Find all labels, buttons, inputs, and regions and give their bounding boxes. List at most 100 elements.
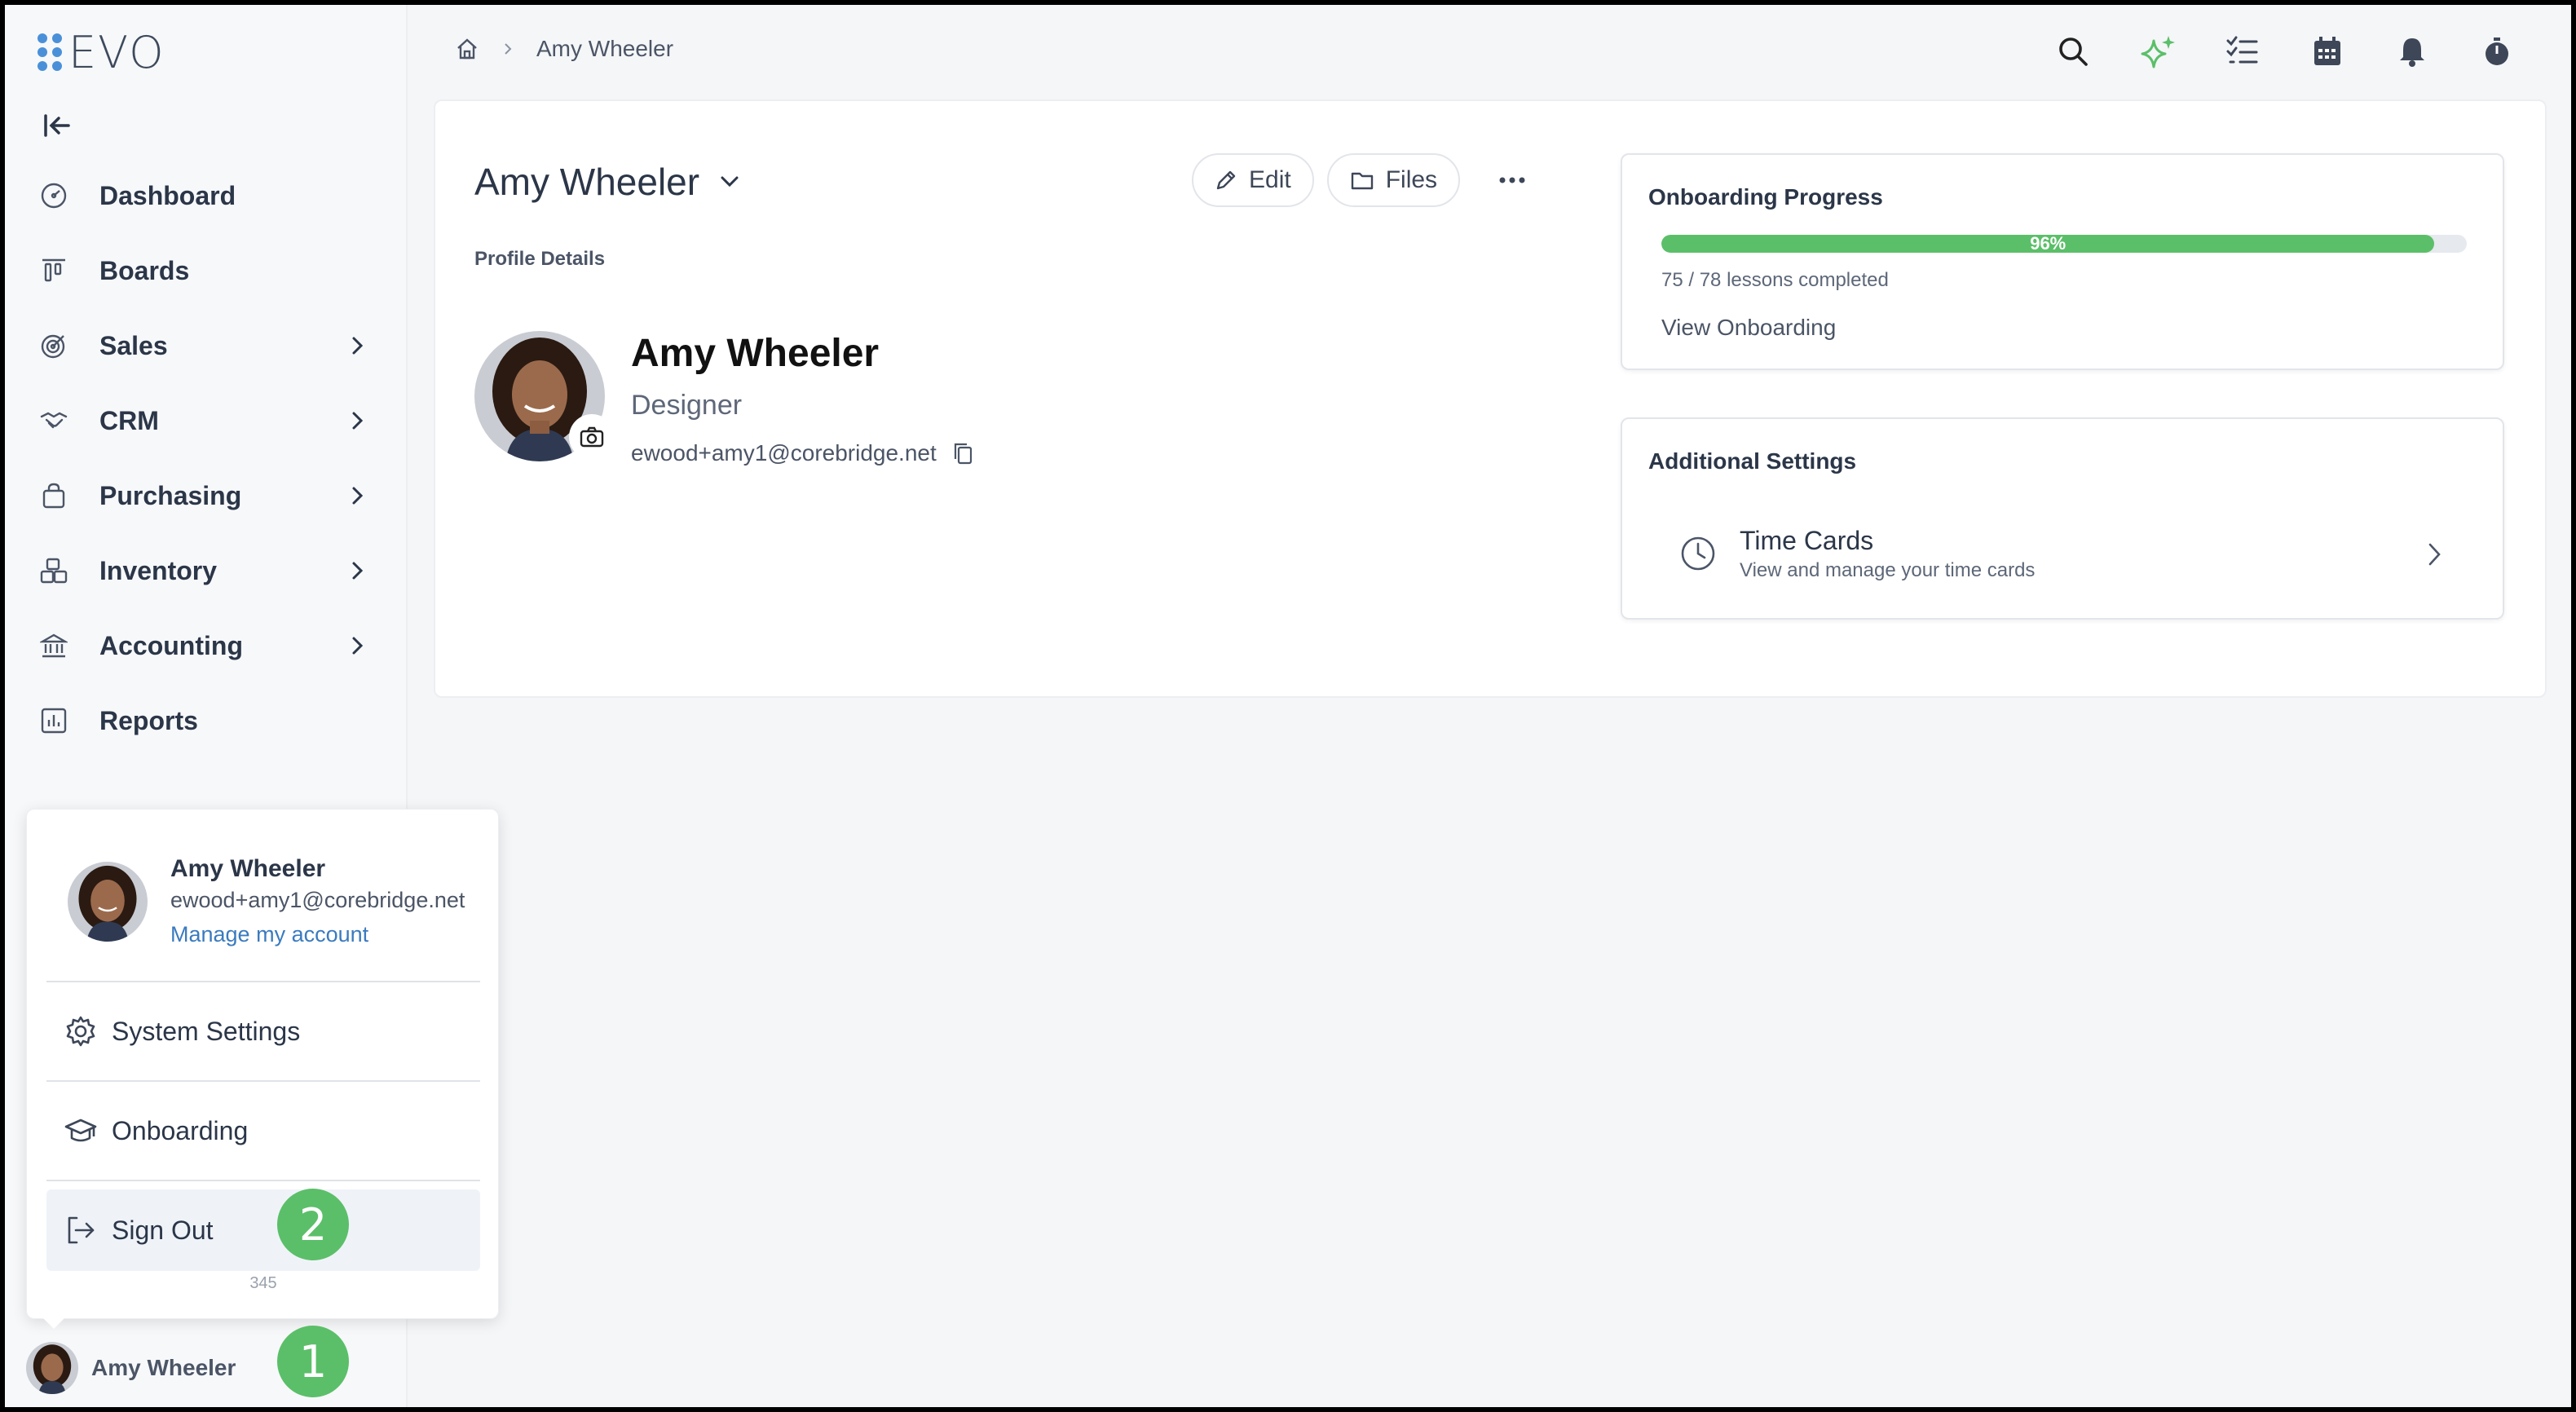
chevron-down-icon	[721, 176, 739, 188]
more-actions-button[interactable]	[1488, 153, 1537, 207]
sidebar-item-label: Reports	[99, 705, 198, 735]
onboarding-progress-card: Onboarding Progress 96% 75 / 78 lessons …	[1621, 153, 2504, 370]
avatar	[26, 1342, 78, 1394]
stopwatch-icon	[2486, 38, 2508, 65]
lessons-completed: 75 / 78 lessons completed	[1661, 269, 1889, 291]
notifications-button[interactable]	[2392, 31, 2433, 72]
chevron-right-icon	[352, 412, 364, 430]
ai-assistant-button[interactable]	[2137, 31, 2178, 72]
home-icon[interactable]	[455, 37, 479, 61]
boxes-icon	[39, 556, 68, 585]
bar-chart-icon	[39, 706, 68, 735]
sidebar-item-label: Inventory	[99, 555, 218, 585]
section-label: Profile Details	[474, 248, 606, 270]
avatar	[68, 862, 148, 942]
onboarding-progress-bar: 96%	[1661, 235, 2467, 253]
profile-name: Amy Wheeler	[631, 332, 880, 375]
profile-name-dropdown[interactable]: Amy Wheeler	[474, 160, 742, 204]
collapse-left-icon	[44, 114, 70, 137]
sidebar-item-accounting[interactable]: Accounting	[5, 608, 408, 683]
breadcrumb-current: Amy Wheeler	[536, 36, 674, 61]
time-cards-subtitle: View and manage your time cards	[1740, 558, 2036, 581]
profile-email: ewood+amy1@corebridge.net	[631, 440, 974, 466]
search-button[interactable]	[2053, 31, 2093, 72]
app-window: EVO Dashboard Boards Sales CRM Purchasin…	[5, 5, 2571, 1407]
folder-icon	[1351, 172, 1373, 190]
menu-divider	[46, 981, 480, 982]
menu-divider	[46, 1180, 480, 1181]
profile-card: Amy Wheeler Edit Files Profile Details A…	[434, 99, 2547, 698]
sidebar-item-label: Boards	[99, 255, 190, 285]
files-button-label: Files	[1385, 166, 1438, 193]
target-icon	[39, 331, 68, 360]
time-cards-title: Time Cards	[1740, 525, 1874, 555]
tasks-button[interactable]	[2222, 31, 2263, 72]
top-bar: Amy Wheeler	[409, 5, 2571, 95]
chevron-right-icon	[352, 337, 364, 355]
menu-item-label: System Settings	[112, 1016, 301, 1046]
onboarding-title: Onboarding Progress	[1648, 184, 1883, 210]
menu-user-name: Amy Wheeler	[170, 855, 326, 882]
chevron-right-icon	[352, 637, 364, 655]
step-badge-1: 1	[277, 1326, 349, 1397]
time-cards-row[interactable]: Time Cards View and manage your time car…	[1679, 517, 2462, 590]
sidebar-item-reports[interactable]: Reports	[5, 683, 408, 758]
additional-settings-card: Additional Settings Time Cards View and …	[1621, 417, 2504, 620]
sidebar-item-label: Accounting	[99, 630, 243, 660]
step-badge-2: 2	[277, 1189, 349, 1260]
shopping-bag-icon	[39, 481, 68, 510]
logo[interactable]: EVO	[36, 26, 165, 78]
menu-item-sign-out[interactable]: Sign Out	[46, 1189, 480, 1271]
sidebar-item-purchasing[interactable]: Purchasing	[5, 458, 408, 533]
view-onboarding-link[interactable]: View Onboarding	[1661, 315, 1836, 341]
logo-text: EVO	[68, 26, 165, 78]
calendar-button[interactable]	[2307, 31, 2348, 72]
sidebar-item-label: Purchasing	[99, 480, 242, 510]
evo-logo-icon	[37, 33, 62, 71]
files-button[interactable]: Files	[1326, 153, 1461, 207]
menu-divider	[46, 1080, 480, 1082]
profile-role: Designer	[631, 390, 743, 421]
sign-out-icon	[68, 1216, 95, 1244]
sidebar-item-dashboard[interactable]: Dashboard	[5, 158, 408, 233]
profile-email-text: ewood+amy1@corebridge.net	[631, 440, 937, 466]
edit-button-label: Edit	[1249, 166, 1291, 193]
user-menu-toggle[interactable]: Amy Wheeler	[26, 1342, 236, 1394]
checklist-icon	[2226, 36, 2258, 64]
menu-item-label: Sign Out	[112, 1215, 214, 1245]
sidebar-item-inventory[interactable]: Inventory	[5, 533, 408, 608]
edit-button[interactable]: Edit	[1192, 153, 1314, 207]
sidebar-item-label: Sales	[99, 330, 168, 360]
manage-account-link[interactable]: Manage my account	[170, 922, 368, 947]
search-icon	[2059, 38, 2088, 66]
copy-icon[interactable]	[951, 441, 974, 466]
sidebar-item-label: CRM	[99, 405, 159, 435]
collapse-sidebar-button[interactable]	[41, 109, 73, 142]
chevron-right-icon	[2428, 543, 2441, 566]
progress-percent: 96%	[2030, 235, 2067, 253]
sidebar-nav: Dashboard Boards Sales CRM Purchasing In…	[5, 158, 408, 758]
chevron-right-icon	[352, 562, 364, 580]
timer-button[interactable]	[2477, 31, 2517, 72]
sidebar-item-label: Dashboard	[99, 180, 236, 210]
footer-user-name: Amy Wheeler	[91, 1355, 236, 1380]
bell-icon	[2400, 38, 2424, 67]
camera-icon	[580, 426, 604, 448]
popup-pointer	[41, 1316, 67, 1329]
app-version: 345	[249, 1274, 277, 1292]
chevron-right-icon	[352, 487, 364, 505]
sidebar-item-crm[interactable]: CRM	[5, 383, 408, 458]
menu-item-label: Onboarding	[112, 1115, 249, 1145]
gear-icon	[66, 1016, 95, 1047]
sparkles-icon	[2141, 36, 2175, 68]
change-photo-button[interactable]	[569, 414, 615, 460]
progress-fill: 96%	[1661, 235, 2435, 253]
menu-item-onboarding[interactable]: Onboarding	[46, 1090, 480, 1172]
menu-item-system-settings[interactable]: System Settings	[46, 991, 480, 1072]
chevron-right-icon	[505, 43, 512, 55]
sidebar-item-boards[interactable]: Boards	[5, 233, 408, 308]
handshake-icon	[39, 406, 68, 435]
sidebar-item-sales[interactable]: Sales	[5, 308, 408, 383]
avatar-photo-icon	[68, 862, 148, 942]
avatar-photo-icon	[26, 1342, 78, 1394]
